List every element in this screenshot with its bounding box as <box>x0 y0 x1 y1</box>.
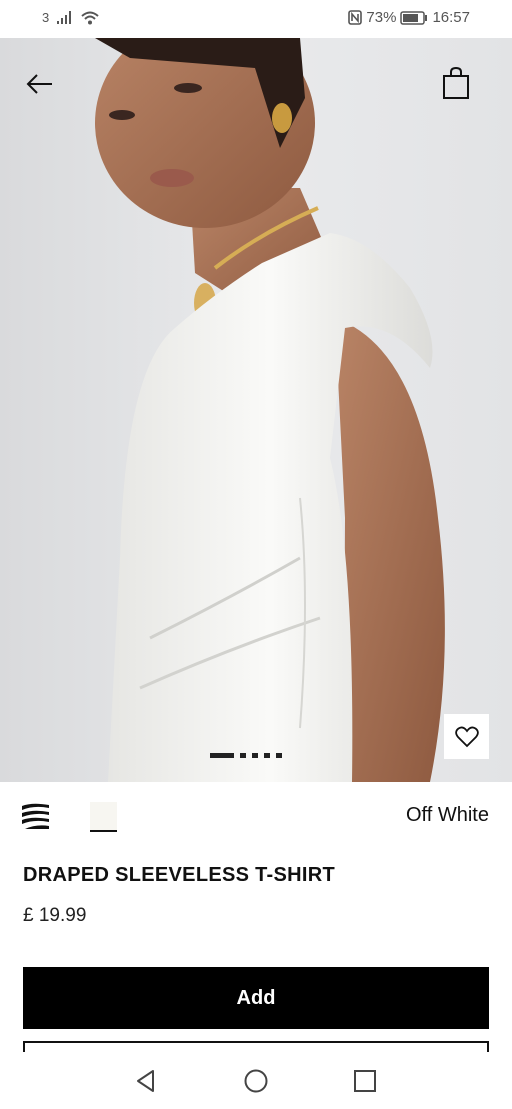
sim-label: 3 <box>42 10 50 25</box>
product-title: DRAPED SLEEVELESS T-SHIRT <box>23 864 335 886</box>
back-button[interactable] <box>24 68 56 100</box>
square-recents-icon <box>354 1070 376 1092</box>
shopping-bag-button[interactable] <box>442 66 470 100</box>
status-right: 73% 16:57 <box>348 9 470 26</box>
product-photo <box>0 38 512 782</box>
signal-icon <box>57 11 72 24</box>
wifi-icon <box>81 11 99 24</box>
selected-color-name: Off White <box>406 804 489 826</box>
swatch-off-white[interactable] <box>90 802 117 832</box>
clock: 16:57 <box>432 9 470 26</box>
pagination-dot[interactable] <box>210 753 234 758</box>
pagination-dot[interactable] <box>264 753 270 758</box>
nav-back-button[interactable] <box>133 1068 159 1094</box>
nfc-icon <box>348 10 363 25</box>
nav-recents-button[interactable] <box>352 1068 378 1094</box>
swatch-zebra-print[interactable] <box>22 802 49 829</box>
color-selector: Off White <box>0 782 512 852</box>
battery-icon <box>400 10 428 25</box>
status-left: 3 <box>42 10 99 25</box>
add-to-bag-button[interactable]: Add <box>23 967 489 1029</box>
favorite-button[interactable] <box>444 714 489 759</box>
product-price: £ 19.99 <box>23 905 87 926</box>
heart-icon <box>454 726 479 747</box>
zebra-pattern-icon <box>22 802 49 829</box>
nav-home-button[interactable] <box>243 1068 269 1094</box>
pagination-dot[interactable] <box>240 753 246 758</box>
shopping-bag-icon <box>443 66 469 99</box>
product-image-gallery[interactable] <box>0 38 512 782</box>
pagination-dot[interactable] <box>252 753 258 758</box>
pagination-dot[interactable] <box>276 753 282 758</box>
battery-percent: 73% <box>366 9 397 26</box>
gallery-pagination <box>210 753 282 758</box>
system-navigation-bar <box>0 1052 512 1109</box>
arrow-left-icon <box>26 74 52 94</box>
status-bar: 3 73% 16:57 <box>0 0 512 38</box>
circle-home-icon <box>244 1069 268 1093</box>
triangle-back-icon <box>137 1070 154 1092</box>
